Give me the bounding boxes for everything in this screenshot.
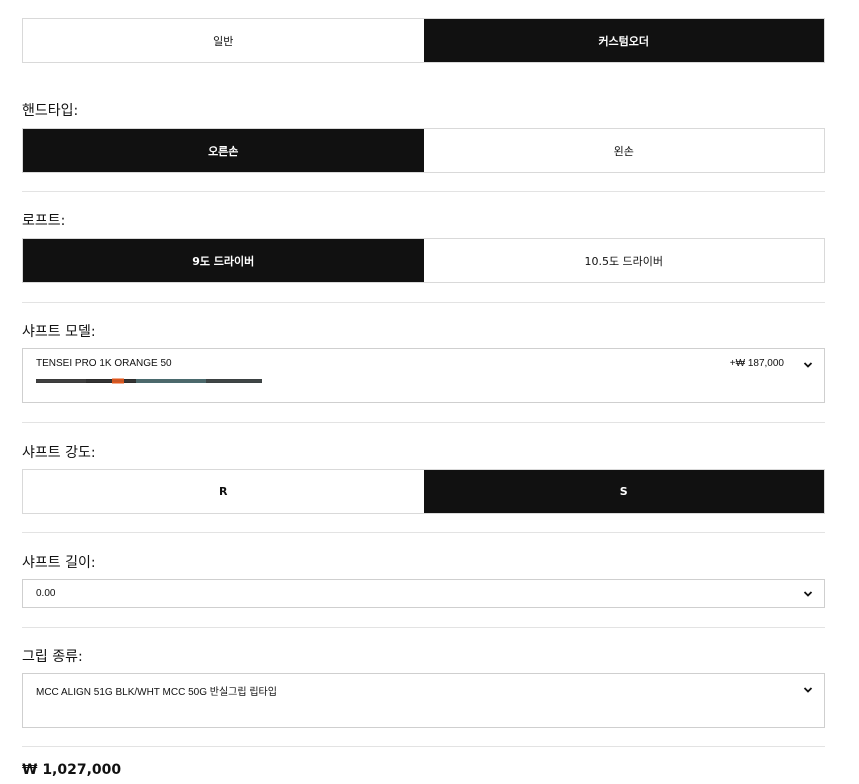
divider <box>22 191 825 192</box>
shaft-model-value: TENSEI PRO 1K ORANGE 50 <box>36 358 172 369</box>
divider <box>22 746 825 747</box>
shaft-length-value: 0.00 <box>36 588 56 599</box>
divider <box>22 302 825 303</box>
divider <box>22 532 825 533</box>
shaft-flex-r-option[interactable]: R <box>23 470 424 513</box>
grip-select[interactable]: MCC ALIGN 51G BLK/WHT MCC 50G 반실그립 립타입 <box>22 673 825 728</box>
shaft-length-label: 샤프트 길이: <box>22 555 96 571</box>
total-price: ₩ 1,027,000 <box>22 762 122 778</box>
order-type-standard-option[interactable]: 일반 <box>23 19 424 62</box>
loft-10-5-option[interactable]: 10.5도 드라이버 <box>423 239 824 282</box>
shaft-flex-toggle: R S <box>22 469 825 514</box>
grip-value: MCC ALIGN 51G BLK/WHT MCC 50G 반실그립 립타입 <box>36 687 277 698</box>
shaft-flex-s-option[interactable]: S <box>423 470 824 513</box>
loft-label: 로프트: <box>22 213 66 229</box>
order-type-custom-option[interactable]: 커스텀오더 <box>423 19 824 62</box>
hand-type-toggle: 오른손 왼손 <box>22 128 825 173</box>
loft-9-option[interactable]: 9도 드라이버 <box>23 239 424 282</box>
chevron-down-icon <box>802 588 814 600</box>
hand-left-option[interactable]: 왼손 <box>423 129 824 172</box>
shaft-model-select[interactable]: TENSEI PRO 1K ORANGE 50 +₩ 187,000 <box>22 348 825 403</box>
shaft-model-label: 샤프트 모델: <box>22 324 96 340</box>
chevron-down-icon <box>802 359 814 371</box>
grip-label: 그립 종류: <box>22 649 83 665</box>
shaft-length-select[interactable]: 0.00 <box>22 579 825 608</box>
divider <box>22 627 825 628</box>
shaft-model-price: +₩ 187,000 <box>729 358 784 369</box>
divider <box>22 422 825 423</box>
loft-toggle: 9도 드라이버 10.5도 드라이버 <box>22 238 825 283</box>
order-type-toggle: 일반 커스텀오더 <box>22 18 825 63</box>
shaft-flex-label: 샤프트 강도: <box>22 445 96 461</box>
shaft-image <box>36 378 262 384</box>
chevron-down-icon <box>802 684 814 696</box>
hand-type-label: 핸드타입: <box>22 103 79 119</box>
hand-right-option[interactable]: 오른손 <box>23 129 424 172</box>
